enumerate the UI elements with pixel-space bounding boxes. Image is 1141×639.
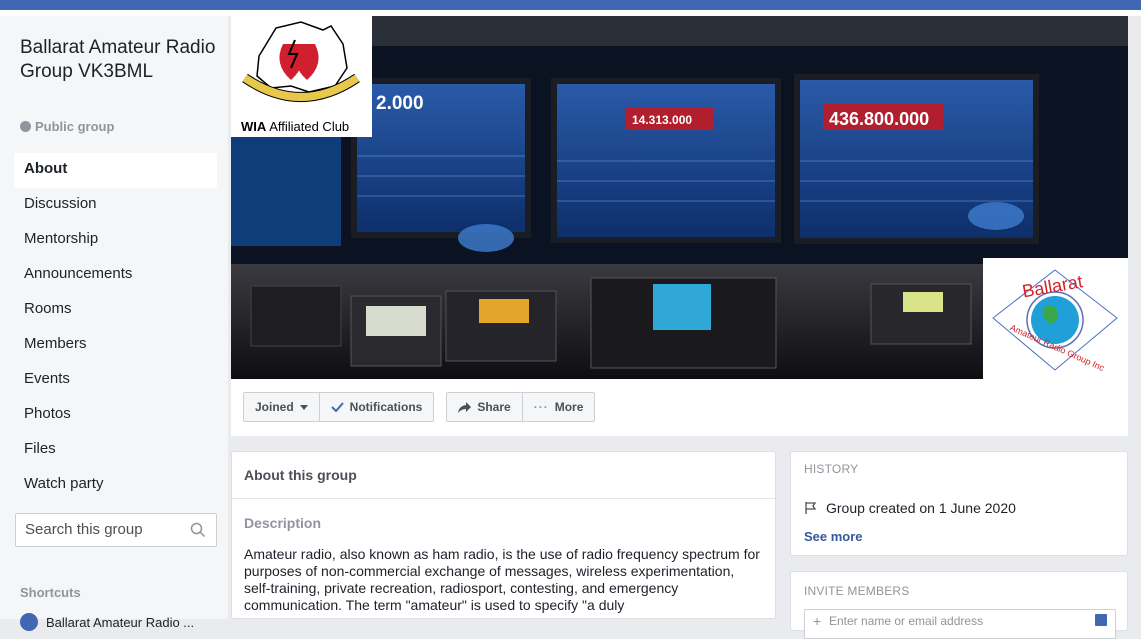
cover-photo[interactable]: 2.000 14.313.000 436.800.000 WIA Affilia… (231, 16, 1128, 379)
more-button[interactable]: ··· More (523, 393, 595, 421)
ballarat-logo: Ballarat Amateur Radio Group Inc (983, 258, 1128, 379)
privacy-label: Public group (20, 119, 114, 134)
address-book-icon[interactable] (1095, 614, 1107, 626)
shortcut-item[interactable]: Ballarat Amateur Radio ... (20, 613, 194, 631)
group-title[interactable]: Ballarat Amateur Radio Group VK3BML (20, 36, 220, 84)
nav-item-discussion[interactable]: Discussion (14, 188, 217, 223)
privacy-text: Public group (35, 119, 115, 134)
wia-caption-rest: Affiliated Club (269, 119, 350, 134)
ballarat-emblem-icon: Ballarat Amateur Radio Group Inc (992, 269, 1118, 373)
more-label: More (554, 400, 584, 414)
history-created-row: Group created on 1 June 2020 (804, 500, 1016, 516)
see-more-link[interactable]: See more (804, 529, 863, 544)
notifications-label: Notifications (349, 400, 423, 414)
flag-icon (805, 502, 817, 514)
plus-icon: + (813, 613, 822, 629)
nav-item-watch-party[interactable]: Watch party (14, 468, 217, 503)
nav-item-photos[interactable]: Photos (14, 398, 217, 433)
about-card: About this group Description Amateur rad… (231, 451, 776, 619)
nav-item-rooms[interactable]: Rooms (14, 293, 217, 328)
wia-emblem-icon (242, 21, 360, 102)
membership-button-group: Joined Notifications (243, 392, 435, 422)
more-dots-icon: ··· (533, 400, 549, 414)
group-search (15, 513, 217, 547)
invite-members-card: INVITE MEMBERS + (790, 571, 1128, 639)
checkmark-icon (330, 402, 344, 412)
chevron-down-icon (299, 404, 308, 410)
history-label: HISTORY (804, 462, 859, 476)
history-card: HISTORY Group created on 1 June 2020 See… (790, 451, 1128, 556)
notifications-button[interactable]: Notifications (320, 393, 434, 421)
nav-item-files[interactable]: Files (14, 433, 217, 468)
nav-item-about[interactable]: About (14, 153, 217, 188)
shortcut-label: Ballarat Amateur Radio ... (46, 614, 195, 630)
description-text: Amateur radio, also known as ham radio, … (244, 546, 760, 613)
wia-caption: WIA Affiliated Club (241, 119, 349, 134)
history-created-text: Group created on 1 June 2020 (826, 500, 1016, 516)
cover-freq-right: 436.800.000 (829, 109, 929, 129)
nav-item-events[interactable]: Events (14, 363, 217, 398)
share-more-button-group: Share ··· More (446, 392, 596, 422)
share-button[interactable]: Share (447, 393, 523, 421)
cover-freq-left: 2.000 (376, 93, 424, 114)
joined-button[interactable]: Joined (244, 393, 320, 421)
divider (232, 498, 775, 499)
group-avatar-icon (20, 613, 38, 631)
joined-label: Joined (255, 400, 294, 414)
about-header: About this group (244, 467, 357, 483)
group-search-input[interactable] (25, 521, 175, 538)
invite-members-label: INVITE MEMBERS (804, 584, 910, 598)
globe-icon (20, 121, 31, 132)
nav-item-members[interactable]: Members (14, 328, 217, 363)
wia-logo: WIA Affiliated Club (231, 16, 372, 137)
cover-card: 2.000 14.313.000 436.800.000 WIA Affilia… (231, 16, 1128, 436)
group-action-bar: Joined Notifications Share ··· More (243, 392, 596, 422)
nav-item-announcements[interactable]: Announcements (14, 258, 217, 293)
invite-input[interactable] (829, 614, 1089, 628)
cover-freq-mid: 14.313.000 (632, 113, 692, 127)
shortcuts-heading: Shortcuts (20, 585, 81, 600)
share-arrow-icon (458, 401, 472, 413)
nav-item-mentorship[interactable]: Mentorship (14, 223, 217, 258)
group-sidebar: Ballarat Amateur Radio Group VK3BML Publ… (0, 16, 228, 631)
share-label: Share (477, 400, 511, 414)
invite-input-box: + (804, 609, 1116, 639)
top-brand-bar (0, 0, 1141, 10)
wia-caption-bold: WIA (241, 119, 267, 134)
group-nav: About Discussion Mentorship Announcement… (14, 153, 217, 503)
description-label: Description (244, 515, 322, 531)
search-icon[interactable] (190, 522, 206, 538)
